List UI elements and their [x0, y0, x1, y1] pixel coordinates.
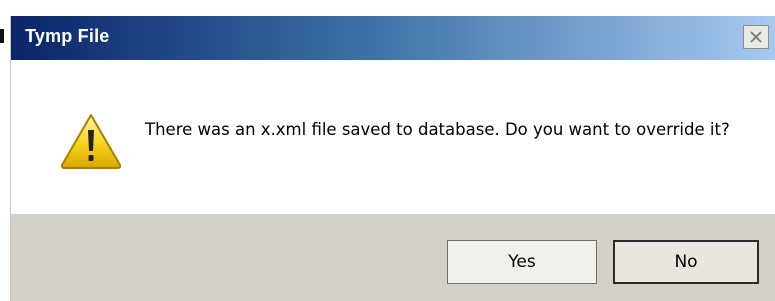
close-button[interactable] — [743, 25, 769, 49]
dialog-message: There was an x.xml file saved to databas… — [145, 120, 730, 139]
dialog-title: Tymp File — [25, 26, 110, 46]
dialog-button-bar: Yes No — [11, 214, 775, 301]
message-dialog: Tymp File There was an x.xml file saved … — [10, 16, 775, 301]
dialog-content: There was an x.xml file saved to databas… — [11, 60, 775, 214]
close-icon — [750, 31, 762, 43]
no-button[interactable]: No — [613, 240, 759, 284]
yes-button[interactable]: Yes — [447, 240, 597, 284]
warning-icon — [60, 114, 122, 169]
background-window-edge — [0, 29, 4, 43]
dialog-titlebar[interactable]: Tymp File — [11, 16, 775, 60]
